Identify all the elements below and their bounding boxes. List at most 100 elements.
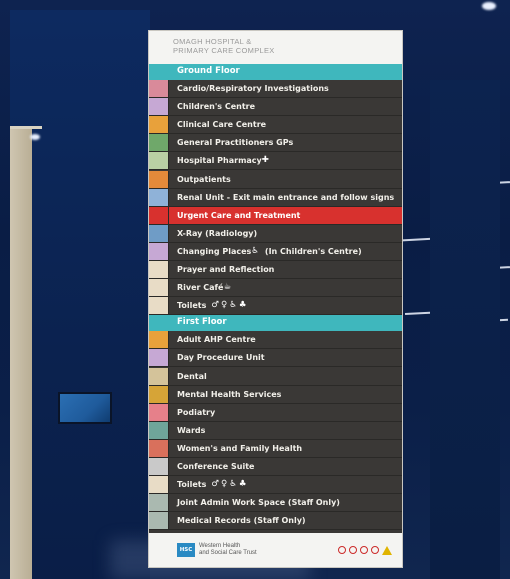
changing-places-note: (In Children's Centre) (264, 246, 362, 256)
color-swatch (149, 512, 169, 530)
trust-name-line2: and Social Care Trust (199, 550, 257, 556)
directory-label-text: Women's and Family Health (177, 443, 303, 453)
female-toilet-icon: ♀ (221, 479, 228, 490)
wall-edge (10, 128, 32, 579)
directory-row: Changing Places ♿ (In Children's Centre) (149, 242, 402, 261)
directory-sign: OMAGH HOSPITAL & PRIMARY CARE COMPLEX Gr… (148, 30, 403, 568)
directory-label-text: River Café (177, 283, 224, 293)
directory-label: Outpatients (169, 175, 231, 184)
color-swatch (149, 152, 169, 170)
light-reflection (30, 134, 40, 140)
female-toilet-icon: ♀ (221, 300, 228, 311)
directory-row: X-Ray (Radiology) (149, 224, 402, 243)
directory-label: Conference Suite (169, 462, 254, 471)
pharmacy-cross-icon: ✚ (261, 155, 269, 166)
directory-label: Hospital Pharmacy ✚ (169, 155, 271, 166)
directory-label-text: Children's Centre (177, 102, 256, 112)
directory-row: Dental (149, 367, 402, 386)
baby-change-icon: ♣ (238, 300, 247, 311)
directory-label-text: General Practitioners GPs (177, 138, 294, 148)
color-swatch (149, 134, 169, 152)
directory-label: Mental Health Services (169, 390, 281, 399)
directory-label-text: Dental (177, 371, 207, 381)
directory-row: Cardio/Respiratory Investigations (149, 80, 402, 99)
hospital-name-line1: OMAGH HOSPITAL & (173, 37, 252, 46)
directory-label: Prayer and Reflection (169, 265, 274, 274)
color-swatch (149, 476, 169, 494)
directory-row: Medical Records (Staff Only) (149, 512, 402, 531)
no-entry-icon (360, 545, 368, 554)
hsc-logo: HSC (177, 543, 195, 557)
directory-label-text: Conference Suite (177, 462, 255, 472)
directory-row: Clinical Care Centre (149, 116, 402, 135)
directory-row: Outpatients (149, 170, 402, 189)
directory-row: Children's Centre (149, 98, 402, 117)
directory-label: Changing Places ♿ (In Children's Centre) (169, 245, 362, 256)
trust-name-line1: Western Health (199, 543, 241, 549)
directory-label: Renal Unit - Exit main entrance and foll… (169, 193, 394, 202)
directory-label-text: X-Ray (Radiology) (177, 228, 258, 238)
color-swatch (149, 188, 169, 206)
directory-label-text: Changing Places (177, 246, 252, 256)
directory-label: Women's and Family Health (169, 444, 302, 453)
directory-row: Toilets ♂ ♀ ♿ ♣ (149, 297, 402, 316)
directory-label: Urgent Care and Treatment (169, 211, 300, 220)
directory-label: General Practitioners GPs (169, 138, 293, 147)
directory-label: River Café ☕ (169, 282, 233, 293)
directory-row: Podiatry (149, 403, 402, 422)
color-swatch (149, 98, 169, 116)
directory-label-text: Wards (177, 425, 206, 435)
accessible-icon: ♿ (229, 479, 237, 490)
sign-footer: HSC Western Health and Social Care Trust (149, 533, 402, 567)
directory-label: Adult AHP Centre (169, 335, 256, 344)
directory-row: Mental Health Services (149, 385, 402, 404)
color-swatch (149, 421, 169, 439)
directory-row: Women's and Family Health (149, 439, 402, 458)
changing-places-icon: ♿ (251, 245, 259, 256)
directory-label-text: Adult AHP Centre (177, 335, 256, 345)
directory-row: Wards (149, 421, 402, 440)
color-swatch (149, 331, 169, 349)
coffee-cup-icon: ☕ (223, 282, 232, 293)
baby-change-icon: ♣ (238, 479, 247, 490)
directory-label: Day Procedure Unit (169, 353, 265, 362)
directory-row: Joint Admin Work Space (Staff Only) (149, 494, 402, 513)
accessible-icon: ♿ (229, 300, 237, 311)
first-floor-banner: First Floor (149, 315, 402, 332)
directory-label-text: Toilets (177, 301, 207, 311)
toilet-icons: ♂ ♀ ♿ ♣ (211, 301, 248, 310)
directory-row: River Café ☕ (149, 279, 402, 298)
no-vaping-icon (349, 545, 357, 554)
color-swatch (149, 349, 169, 367)
directory-label: Children's Centre (169, 102, 255, 111)
light-reflection (482, 2, 496, 10)
color-swatch (149, 297, 169, 315)
color-swatch (149, 80, 169, 98)
directory-row: Hospital Pharmacy ✚ (149, 152, 402, 171)
directory-label-text: Outpatients (177, 174, 231, 184)
wall-monitor (58, 392, 112, 424)
directory-row: General Practitioners GPs (149, 134, 402, 153)
color-swatch (149, 206, 169, 224)
color-swatch (149, 261, 169, 279)
wall-trim (10, 126, 42, 129)
prohibition-icons (338, 545, 392, 555)
directory-label: Dental (169, 372, 207, 381)
directory-label: X-Ray (Radiology) (169, 229, 257, 238)
directory-label-text: Podiatry (177, 407, 216, 417)
male-toilet-icon: ♂ (211, 479, 220, 490)
color-swatch (149, 403, 169, 421)
no-phone-icon (371, 545, 379, 554)
directory-label-text: Clinical Care Centre (177, 120, 267, 130)
directory-row: Conference Suite (149, 458, 402, 477)
toilet-icons: ♂ ♀ ♿ ♣ (211, 480, 248, 489)
directory-label: Podiatry (169, 408, 215, 417)
directory-label-text: Mental Health Services (177, 389, 282, 399)
no-smoking-icon (338, 545, 346, 554)
directory-row: Renal Unit - Exit main entrance and foll… (149, 188, 402, 207)
warning-icon (382, 545, 392, 555)
color-swatch (149, 242, 169, 260)
directory-label-text: Joint Admin Work Space (Staff Only) (177, 498, 340, 508)
directory-row: Adult AHP Centre (149, 331, 402, 350)
directory-label: Medical Records (Staff Only) (169, 516, 306, 525)
